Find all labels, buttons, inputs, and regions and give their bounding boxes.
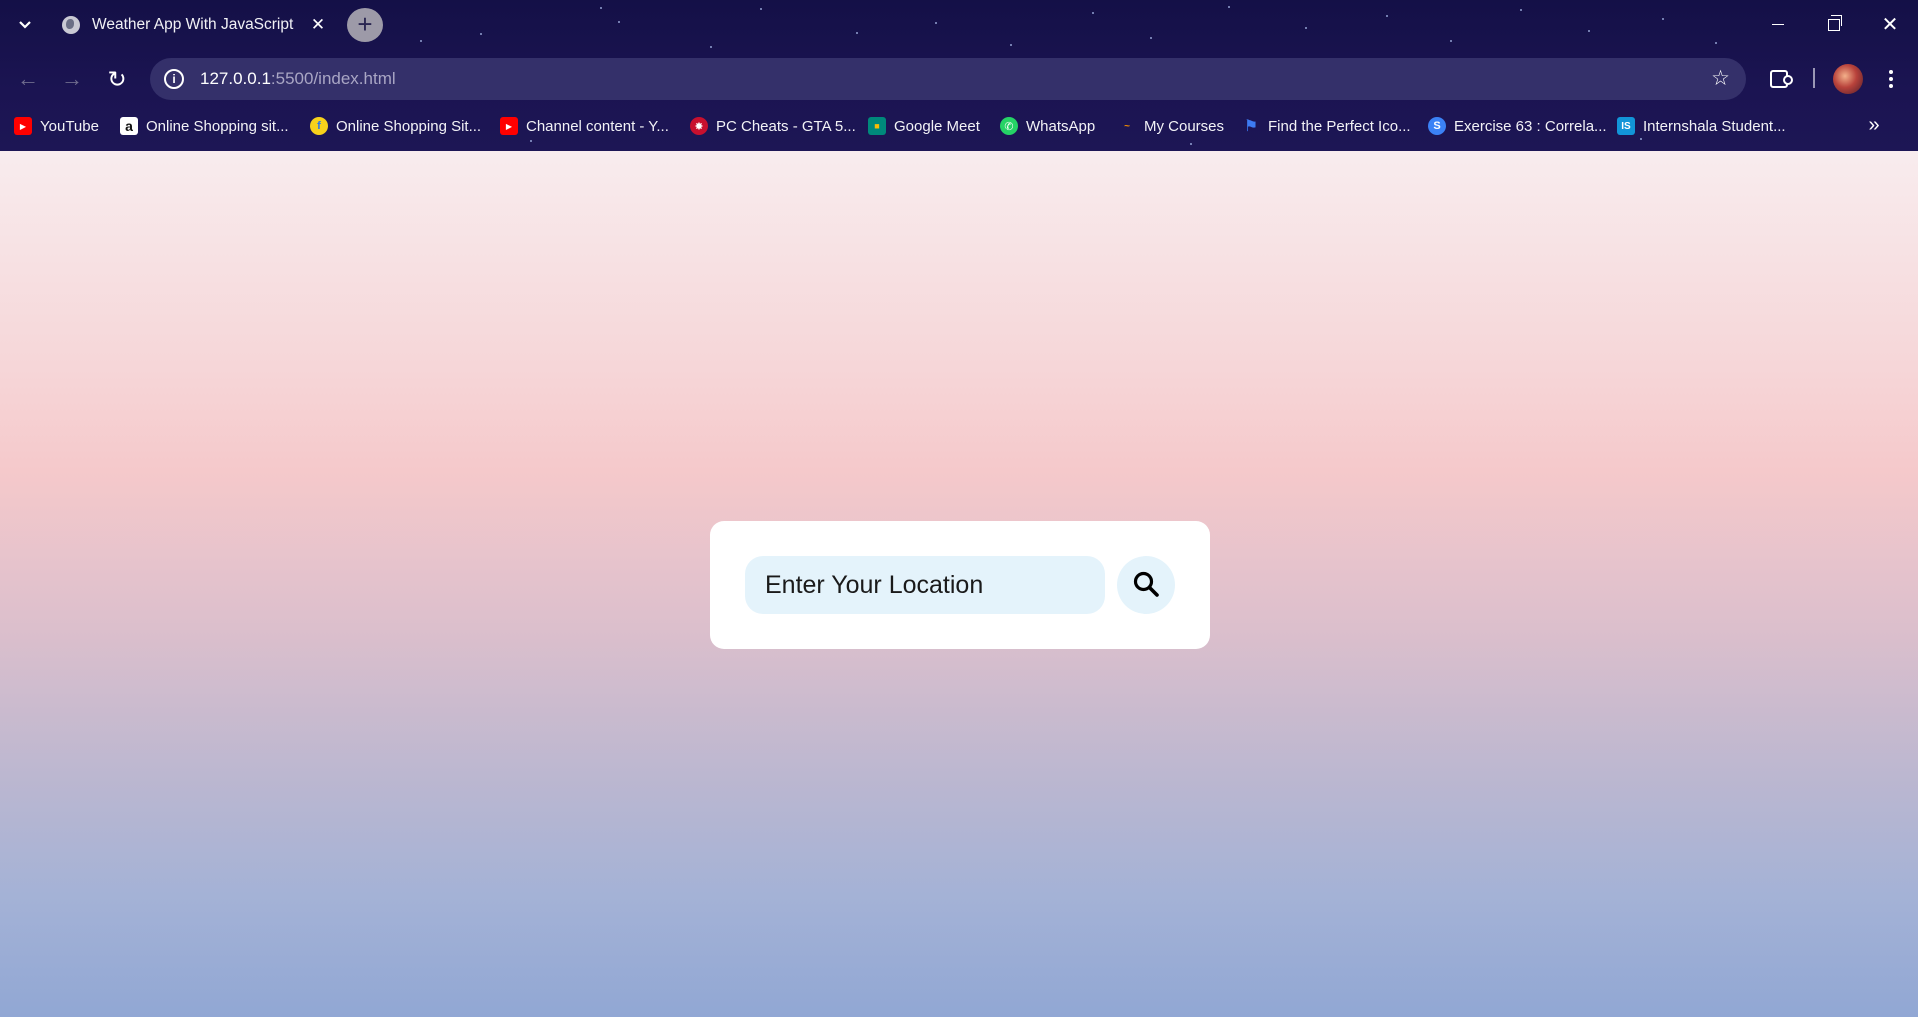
extensions-button[interactable] [1764,64,1794,94]
bookmark-exercise-63[interactable]: S Exercise 63 : Correla... [1428,114,1607,138]
tab-strip: Weather App With JavaScript ✕ + ✕ [0,0,1918,49]
url-host: 127.0.0.1 [200,69,271,88]
location-search-input[interactable] [745,556,1105,614]
toolbar-divider [1813,68,1815,88]
menu-dot [1889,76,1893,81]
profile-avatar[interactable] [1833,64,1863,94]
bookmark-online-shopping-flipkart[interactable]: f Online Shopping Sit... [310,114,481,138]
bookmark-youtube[interactable]: ▶ YouTube [14,114,99,138]
address-bar[interactable]: i 127.0.0.1:5500/index.html ☆ [150,58,1746,100]
internshala-icon: IS [1617,117,1635,135]
search-card [710,521,1210,649]
close-window-button[interactable]: ✕ [1862,0,1918,49]
whatsapp-icon: ✆ [1000,117,1018,135]
page-viewport [0,151,1918,1017]
youtube-studio-icon: ▶ [500,117,518,135]
tab-title: Weather App With JavaScript [92,15,294,33]
search-icon [1132,570,1160,601]
bookmark-label: Google Meet [894,117,980,135]
url-path: :5500/index.html [270,69,396,88]
new-tab-button[interactable]: + [347,8,383,42]
restore-button[interactable] [1806,0,1862,49]
bookmark-star-icon[interactable]: ☆ [1711,66,1730,91]
bookmark-label: Internshala Student... [1643,117,1786,135]
bookmark-google-meet[interactable]: ■ Google Meet [868,114,980,138]
bookmark-label: WhatsApp [1026,117,1096,135]
amazon-icon: a [120,117,138,135]
bookmark-label: Online Shopping Sit... [336,117,482,135]
bookmark-pc-cheats[interactable]: ✸ PC Cheats - GTA 5... [690,114,856,138]
bookmark-internshala[interactable]: IS Internshala Student... [1617,114,1786,138]
forward-button[interactable]: → [56,63,88,95]
menu-dot [1889,84,1893,89]
browser-toolbar: ← → ↻ i 127.0.0.1:5500/index.html ☆ [0,52,1918,104]
bookmark-find-perfect-icon[interactable]: ⚑ Find the Perfect Ico... [1242,114,1411,138]
tab-weather-app[interactable]: Weather App With JavaScript ✕ [50,6,340,43]
bookmark-online-shopping-amazon[interactable]: a Online Shopping sit... [120,114,289,138]
globe-icon [62,15,80,34]
chevron-down-icon [18,18,32,33]
minimize-icon [1772,23,1784,26]
bookmarks-bar: ▶ YouTube a Online Shopping sit... f Onl… [0,110,1918,142]
puzzle-piece-icon [1770,70,1793,88]
bookmark-channel-content[interactable]: ▶ Channel content - Y... [500,114,669,138]
bookmark-my-courses[interactable]: ~ My Courses [1118,114,1224,138]
google-meet-icon: ■ [868,117,886,135]
browser-menu-button[interactable] [1880,64,1902,94]
youtube-icon: ▶ [14,117,32,135]
bookmark-label: Exercise 63 : Correla... [1454,117,1607,135]
back-button[interactable]: ← [12,63,44,95]
exercise-site-icon: S [1428,117,1446,135]
browser-window: Weather App With JavaScript ✕ + ✕ ← → ↻ … [0,0,1918,1017]
minimize-button[interactable] [1750,0,1806,49]
bookmark-label: Channel content - Y... [526,117,669,135]
more-bookmarks-button[interactable]: » [1862,114,1886,138]
reload-button[interactable]: ↻ [101,63,133,95]
url-text[interactable]: 127.0.0.1:5500/index.html [200,69,396,89]
bookmark-whatsapp[interactable]: ✆ WhatsApp [1000,114,1095,138]
gta-cheats-icon: ✸ [690,117,708,135]
browser-chrome: Weather App With JavaScript ✕ + ✕ ← → ↻ … [0,0,1918,151]
courses-icon: ~ [1124,120,1130,132]
bookmark-label: Online Shopping sit... [146,117,289,135]
bookmark-label: Find the Perfect Ico... [1268,117,1411,135]
close-tab-icon[interactable]: ✕ [308,15,328,35]
tab-search-button[interactable] [12,12,38,38]
bookmark-label: PC Cheats - GTA 5... [716,117,856,135]
search-button[interactable] [1117,556,1175,614]
restore-icon [1828,14,1842,31]
menu-dot [1889,69,1893,74]
bookmark-label: YouTube [40,117,99,135]
flag-icon: ⚑ [1243,118,1259,135]
site-info-icon[interactable]: i [164,69,184,89]
flipkart-icon: f [310,117,328,135]
bookmark-label: My Courses [1144,117,1225,135]
